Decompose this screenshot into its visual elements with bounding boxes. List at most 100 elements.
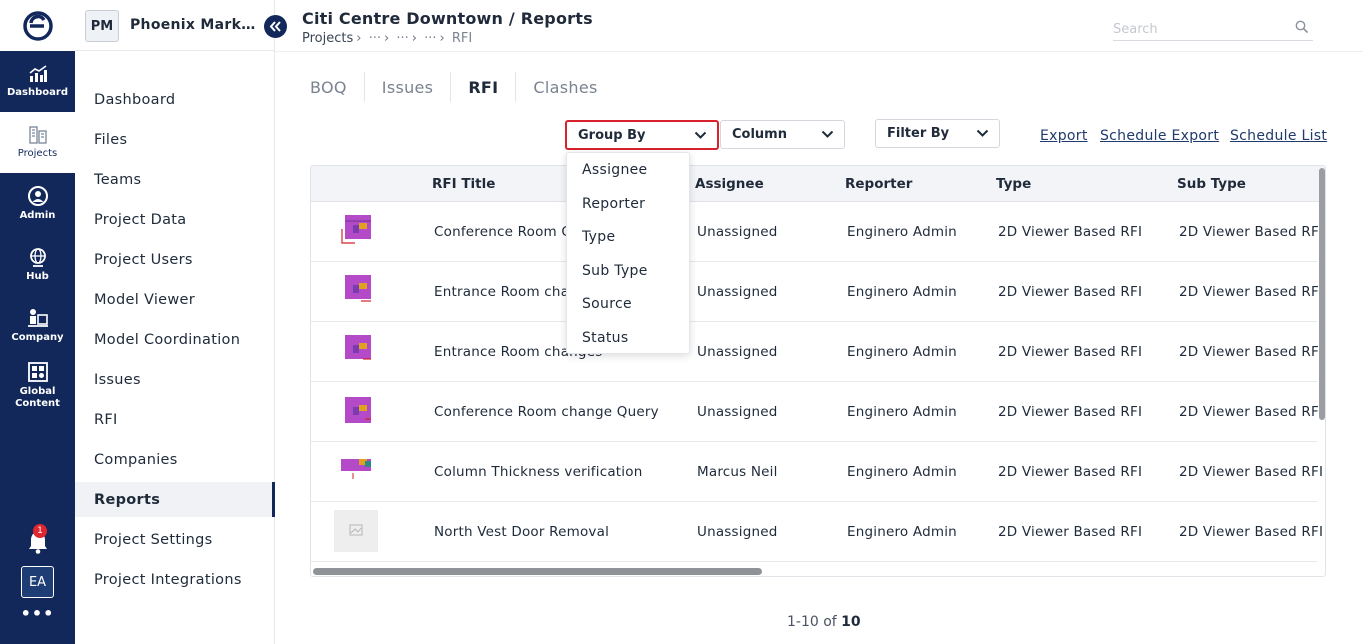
image-placeholder-icon[interactable] <box>333 509 379 553</box>
menu-item-type[interactable]: Type <box>582 229 615 245</box>
filter-by-dropdown[interactable]: Filter By <box>875 119 1000 148</box>
horizontal-scrollbar[interactable] <box>313 568 762 575</box>
rail-label: Hub <box>26 271 49 282</box>
column-dropdown[interactable]: Column <box>720 120 845 149</box>
user-avatar[interactable]: EA <box>21 566 54 598</box>
rfi-reporter: Enginero Admin <box>847 224 957 240</box>
rfi-assignee: Unassigned <box>697 404 778 420</box>
header-divider <box>275 51 1363 52</box>
column-header-rfi-title[interactable]: RFI Title <box>432 176 495 192</box>
pagination-range: 1-10 of <box>787 614 837 630</box>
sidebar-item-teams[interactable]: Teams <box>75 162 273 197</box>
user-circle-icon <box>27 186 48 206</box>
export-link[interactable]: Export <box>1040 128 1088 144</box>
tab-boq[interactable]: BOQ <box>310 72 365 102</box>
column-header-assignee[interactable]: Assignee <box>695 176 764 192</box>
table-row[interactable]: Entrance Room changes Unassigned Enginer… <box>311 322 1323 382</box>
project-header[interactable]: PM Phoenix Mark… <box>75 0 275 51</box>
sidebar-item-files[interactable]: Files <box>75 122 273 157</box>
menu-item-sub-type[interactable]: Sub Type <box>582 263 648 279</box>
more-icon[interactable]: ••• <box>0 604 75 623</box>
report-tabs: BOQ Issues RFI Clashes <box>310 72 615 102</box>
buildings-icon <box>28 126 47 144</box>
project-sidebar: PM Phoenix Mark… Dashboard Files Teams P… <box>75 0 275 644</box>
sidebar-item-project-integrations[interactable]: Project Integrations <box>75 562 273 597</box>
search-icon[interactable] <box>1295 20 1309 34</box>
sidebar-item-model-viewer[interactable]: Model Viewer <box>75 282 273 317</box>
tab-clashes[interactable]: Clashes <box>516 72 614 102</box>
pagination-info: 1-10 of 10 <box>787 614 861 630</box>
group-by-label: Group By <box>578 127 646 143</box>
rail-item-global-content[interactable]: Global Content <box>0 356 75 414</box>
tab-issues[interactable]: Issues <box>365 72 452 102</box>
rfi-type: 2D Viewer Based RFI <box>998 464 1143 480</box>
app-logo[interactable] <box>0 0 75 51</box>
sidebar-item-project-users[interactable]: Project Users <box>75 242 273 277</box>
sidebar-item-dashboard[interactable]: Dashboard <box>75 82 273 117</box>
table-row[interactable]: Entrance Room cha Unassigned Enginero Ad… <box>311 262 1323 322</box>
rail-item-company[interactable]: Company <box>0 295 75 356</box>
rfi-assignee: Unassigned <box>697 344 778 360</box>
column-header-type[interactable]: Type <box>996 176 1031 192</box>
breadcrumb-ellipsis[interactable]: ··· <box>369 31 381 46</box>
schedule-list-link[interactable]: Schedule List <box>1230 128 1327 144</box>
sidebar-item-companies[interactable]: Companies <box>75 442 273 477</box>
menu-item-reporter[interactable]: Reporter <box>582 196 645 212</box>
sidebar-item-rfi[interactable]: RFI <box>75 402 273 437</box>
sidebar-item-reports[interactable]: Reports <box>75 482 275 517</box>
rfi-type: 2D Viewer Based RFI <box>998 344 1143 360</box>
rfi-thumbnail[interactable] <box>333 389 379 433</box>
app-rail: Dashboard Projects Admin Hub Company Glo… <box>0 0 75 644</box>
table-row[interactable]: Conference Room change Query Unassigned … <box>311 382 1323 442</box>
rfi-title: North Vest Door Removal <box>434 524 610 540</box>
rfi-thumbnail[interactable] <box>333 269 379 313</box>
rfi-thumbnail[interactable] <box>333 449 379 493</box>
notification-badge: 1 <box>33 524 47 538</box>
column-header-reporter[interactable]: Reporter <box>845 176 912 192</box>
column-header-sub-type[interactable]: Sub Type <box>1177 176 1246 192</box>
rfi-type: 2D Viewer Based RFI <box>998 524 1143 540</box>
sidebar-item-project-data[interactable]: Project Data <box>75 202 273 237</box>
double-chevron-left-icon <box>269 21 281 32</box>
rfi-thumbnail[interactable] <box>333 209 379 253</box>
rail-item-hub[interactable]: Hub <box>0 234 75 295</box>
table-row[interactable]: Column Thickness verification Marcus Nei… <box>311 442 1323 502</box>
rfi-thumbnail[interactable] <box>333 329 379 373</box>
rfi-sub-type: 2D Viewer Based RFI <box>1179 284 1324 300</box>
rail-item-projects[interactable]: Projects <box>0 112 75 173</box>
sidebar-item-issues[interactable]: Issues <box>75 362 273 397</box>
schedule-export-link[interactable]: Schedule Export <box>1100 128 1219 144</box>
chevron-down-icon <box>694 131 707 139</box>
menu-item-assignee[interactable]: Assignee <box>582 162 647 178</box>
chevron-down-icon <box>821 130 834 138</box>
breadcrumb-current: RFI <box>451 31 473 46</box>
rail-item-dashboard[interactable]: Dashboard <box>0 51 75 112</box>
rfi-assignee: Unassigned <box>697 284 778 300</box>
vertical-scrollbar[interactable] <box>1319 168 1325 420</box>
sidebar-item-project-settings[interactable]: Project Settings <box>75 522 273 557</box>
sidebar-item-model-coordination[interactable]: Model Coordination <box>75 322 273 357</box>
rail-item-admin[interactable]: Admin <box>0 173 75 234</box>
menu-item-status[interactable]: Status <box>582 330 628 346</box>
breadcrumb-projects[interactable]: Projects <box>302 31 353 46</box>
rail-label: Projects <box>17 148 58 159</box>
project-name: Phoenix Mark… <box>130 17 256 33</box>
table-row[interactable]: North Vest Door Removal Unassigned Engin… <box>311 502 1323 562</box>
rfi-sub-type: 2D Viewer Based RFI <box>1179 464 1324 480</box>
group-by-menu: Assignee Reporter Type Sub Type Source S… <box>566 152 690 354</box>
breadcrumb-ellipsis[interactable]: ··· <box>424 31 436 46</box>
breadcrumb-ellipsis[interactable]: ··· <box>396 31 408 46</box>
table-row[interactable]: Conference Room C Unassigned Enginero Ad… <box>311 202 1323 262</box>
tab-rfi[interactable]: RFI <box>451 72 517 102</box>
search-input[interactable] <box>1113 19 1283 40</box>
company-people-icon <box>27 309 48 327</box>
rail-label: Global Content <box>15 385 60 409</box>
table-header: RFI Title Assignee Reporter Type Sub Typ… <box>311 166 1325 202</box>
chart-up-icon <box>29 65 47 82</box>
menu-item-source[interactable]: Source <box>582 296 632 312</box>
rfi-assignee: Unassigned <box>697 524 778 540</box>
project-avatar: PM <box>85 10 119 42</box>
group-by-dropdown[interactable]: Group By <box>565 120 719 150</box>
rfi-sub-type: 2D Viewer Based RFI <box>1179 344 1324 360</box>
collapse-sidebar-button[interactable] <box>264 15 287 38</box>
